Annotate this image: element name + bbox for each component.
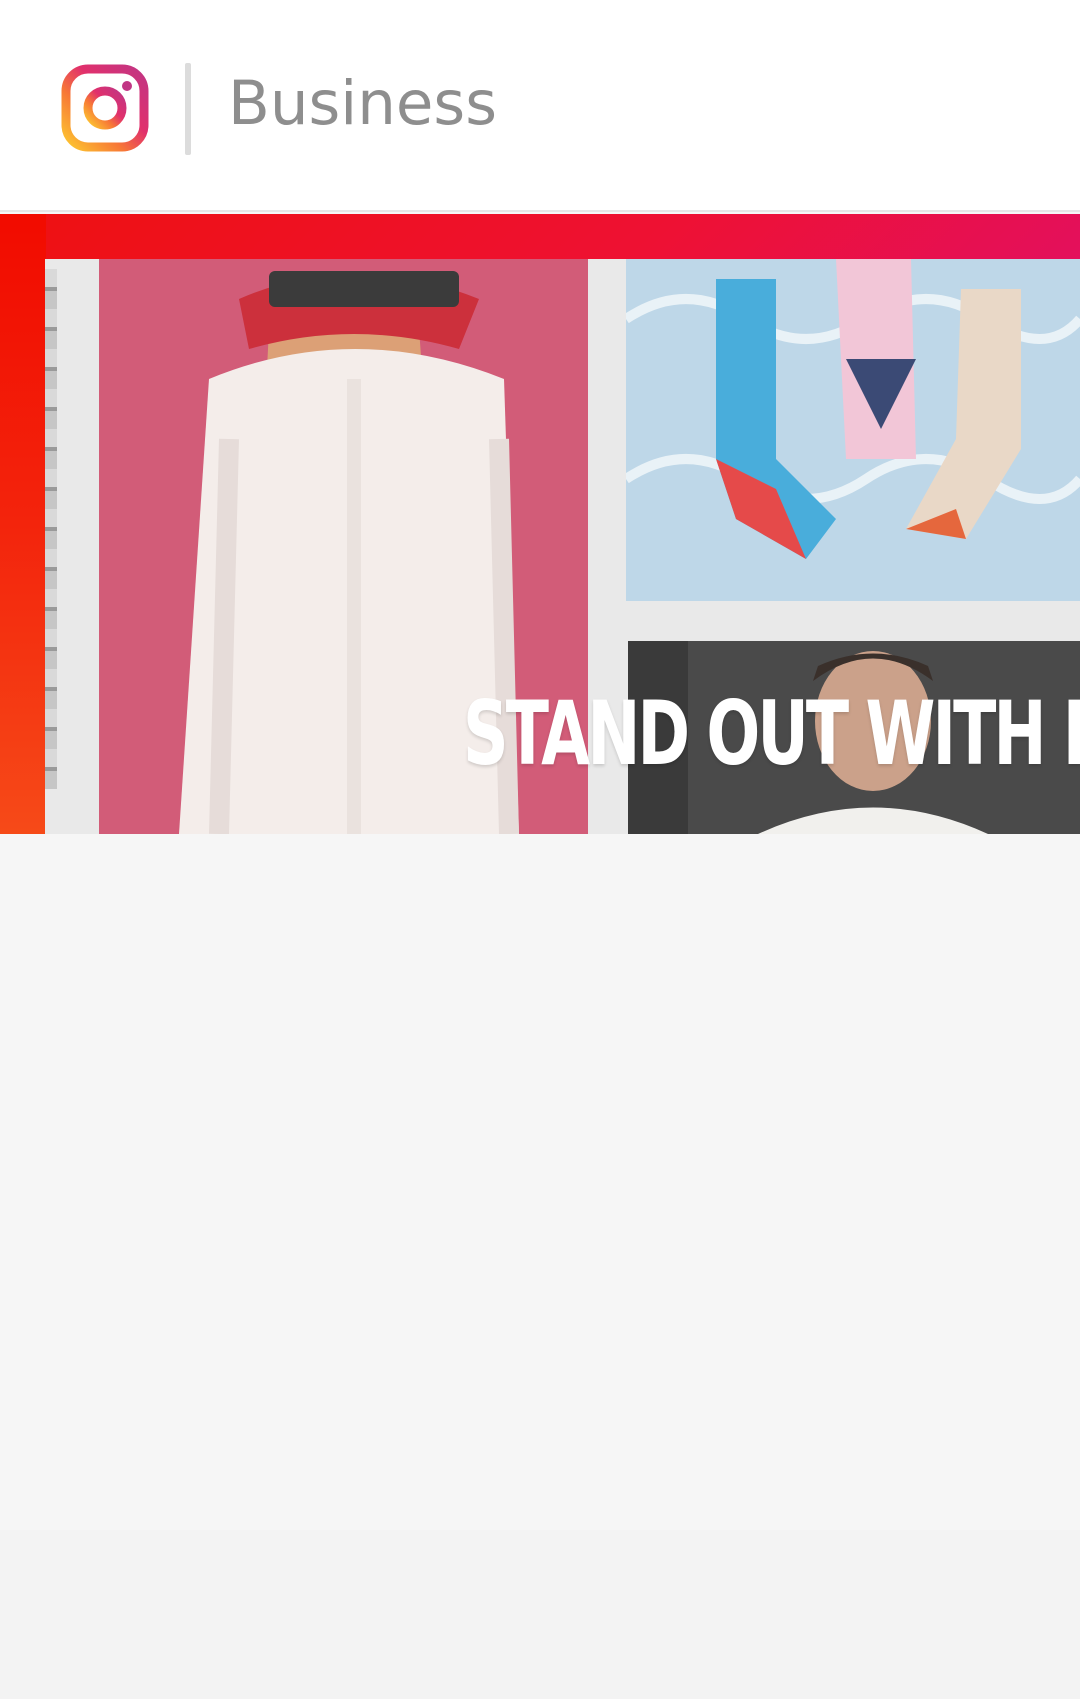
page-bottom-band: [0, 1530, 1080, 1699]
brand-label[interactable]: Business: [228, 64, 497, 144]
page: Business STAND OUT WITH: [0, 0, 1080, 1699]
hero-headline: STAND OUT WITH INS: [463, 682, 1080, 785]
magazine-strip-image: [45, 269, 57, 789]
hero-gradient-edge: [0, 214, 46, 834]
top-header: Business: [0, 0, 1080, 212]
socks-photo: [626, 259, 1080, 601]
header-divider: [185, 63, 191, 155]
instagram-logo-icon[interactable]: [61, 64, 149, 152]
hero-banner[interactable]: STAND OUT WITH INS: [0, 214, 1080, 834]
